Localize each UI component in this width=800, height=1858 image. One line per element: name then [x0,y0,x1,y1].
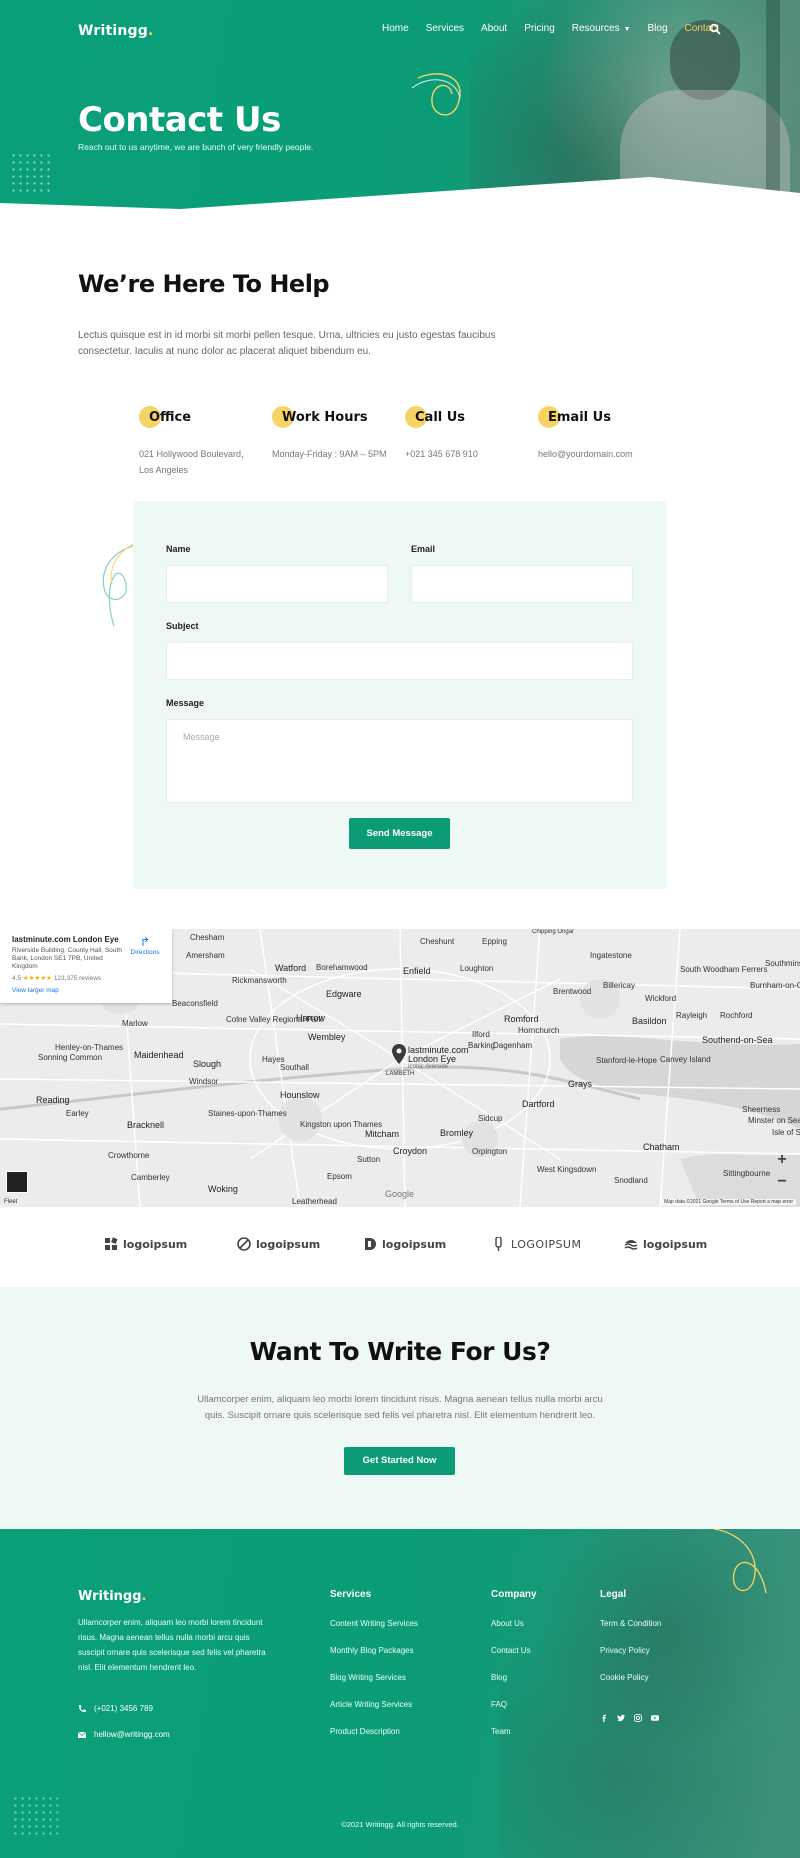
view-larger-map-link[interactable]: View larger map [12,987,160,994]
nav-menu: Home Services About Pricing Resources ▼ B… [382,23,736,34]
logo-icon [105,1237,118,1250]
partner-logo: logoipsum [237,1237,320,1251]
footer-link[interactable]: Monthly Blog Packages [330,1646,418,1655]
site-footer: Writingg. Ullamcorper enim, aliquam leo … [0,1529,800,1858]
embedded-map[interactable]: Cheshunt Epping Ingatestone Southminster… [0,929,800,1207]
mail-icon [78,1731,86,1738]
main-nav: Writingg. Home Services About Pricing Re… [78,21,728,41]
name-input[interactable] [166,565,388,603]
cta-section: Want To Write For Us? Ullamcorper enim, … [0,1287,800,1529]
zoom-in-button[interactable]: + [772,1149,792,1171]
map-pin-icon[interactable] [392,1044,406,1064]
footer-link[interactable]: Cookie Policy [600,1673,661,1682]
footer-link[interactable]: Product Description [330,1727,418,1736]
footer-link[interactable]: Term & Condition [600,1619,661,1628]
footer-link[interactable]: Blog Writing Services [330,1673,418,1682]
footer-link[interactable]: Privacy Policy [600,1646,661,1655]
help-heading: We’re Here To Help [78,270,330,298]
map-place-rating: 4.5 ★★★★★ 123,375 reviews [12,975,102,982]
nav-item-pricing[interactable]: Pricing [524,23,555,34]
footer-link[interactable]: Contact Us [491,1646,537,1655]
hero-section: Writingg. Home Services About Pricing Re… [0,0,800,215]
map-place-card: lastminute.com London Eye Riverside Buil… [0,929,172,1003]
twitter-icon[interactable] [617,1714,625,1722]
footer-legal: Legal Term & Condition Privacy Policy Co… [600,1589,662,1682]
map-pin-label: lastminute.com London Eye [408,1045,469,1064]
footer-company: Company About Us Contact Us Blog FAQ Tea… [491,1589,537,1736]
page-subtitle: Reach out to us anytime, we are bunch of… [78,142,314,152]
footer-link[interactable]: Article Writing Services [330,1700,418,1709]
email-label: Email [411,544,436,554]
cta-heading: Want To Write For Us? [249,1337,551,1366]
page-title: Contact Us [78,100,281,140]
directions-button[interactable]: ↱ Directions [128,935,162,956]
subject-input[interactable] [166,642,633,680]
zoom-out-button[interactable]: − [772,1171,792,1193]
map-attribution: Map data ©2021 Google Terms of Use Repor… [661,1199,796,1205]
facebook-icon[interactable] [600,1714,608,1722]
nav-item-about[interactable]: About [481,23,507,34]
message-label: Message [166,698,205,708]
get-started-button[interactable]: Get Started Now [344,1447,455,1475]
footer-logo[interactable]: Writingg. [78,1589,146,1604]
footer-link[interactable]: FAQ [491,1700,537,1709]
hero-wave-divider [0,177,800,215]
help-text: Lectus quisque est in id morbi sit morbi… [78,330,496,357]
site-logo[interactable]: Writingg. [78,23,154,39]
message-textarea[interactable]: Message [166,719,633,803]
partner-logo: logoipsum [624,1237,707,1251]
map-zoom-controls: + − [772,1149,792,1193]
info-email-us: Email Us hello@yourdomain.com [538,406,678,462]
nav-item-home[interactable]: Home [382,23,409,34]
copyright: ©2021 Writingg. All rights reserved. [341,1820,459,1829]
partner-logo: LOGOIPSUM [492,1237,581,1251]
nav-item-services[interactable]: Services [426,23,464,34]
chevron-down-icon: ▼ [623,26,631,33]
info-work-hours: Work Hours Monday-Friday : 9AM – 5PM [272,406,412,462]
footer-link[interactable]: About Us [491,1619,537,1628]
footer-link[interactable]: Content Writing Services [330,1619,418,1628]
footer-services: Services Content Writing Services Monthl… [330,1589,418,1736]
nav-item-resources[interactable]: Resources ▼ [572,23,631,34]
map-place-address: Riverside Building, County Hall, South B… [12,947,122,970]
footer-about: Ullamcorper enim, aliquam leo morbi lore… [78,1618,266,1672]
decorative-swirl [411,73,461,116]
name-label: Name [166,544,191,554]
footer-link[interactable]: Team [491,1727,537,1736]
logo-icon [365,1238,376,1250]
info-call-us: Call Us +021 345 678 910 [405,406,545,462]
instagram-icon[interactable] [634,1714,642,1722]
logo-icon [624,1240,638,1250]
footer-email[interactable]: hellow@writingg.com [78,1730,170,1739]
google-logo: Google [385,1189,415,1199]
phone-icon [78,1704,86,1712]
youtube-icon[interactable] [651,1714,659,1722]
send-message-button[interactable]: Send Message [349,818,450,849]
footer-link[interactable]: Blog [491,1673,537,1682]
decorative-swirl [713,1529,767,1594]
email-input[interactable] [411,565,633,603]
map-satellite-toggle[interactable] [6,1171,28,1193]
cta-text: Ullamcorper enim, aliquam leo morbi lore… [197,1394,603,1421]
partner-logo: logoipsum [363,1237,446,1251]
subject-label: Subject [166,621,199,631]
directions-icon: ↱ [139,935,151,949]
logo-icon [495,1237,502,1251]
search-icon[interactable] [709,23,721,35]
partner-logo: logoipsum [104,1237,187,1251]
footer-phone[interactable]: (+021) 3456 789 [78,1704,153,1713]
social-links [600,1714,659,1722]
info-office: Office 021 Hollywood Boulevard, Los Ange… [139,406,279,478]
star-rating-icon: ★★★★★ [22,975,52,982]
dot-pattern [12,1795,58,1835]
nav-item-blog[interactable]: Blog [648,23,668,34]
logo-icon [237,1237,251,1251]
partner-logos: logoipsum logoipsum logoipsum LOGOIPSUM … [0,1207,800,1287]
